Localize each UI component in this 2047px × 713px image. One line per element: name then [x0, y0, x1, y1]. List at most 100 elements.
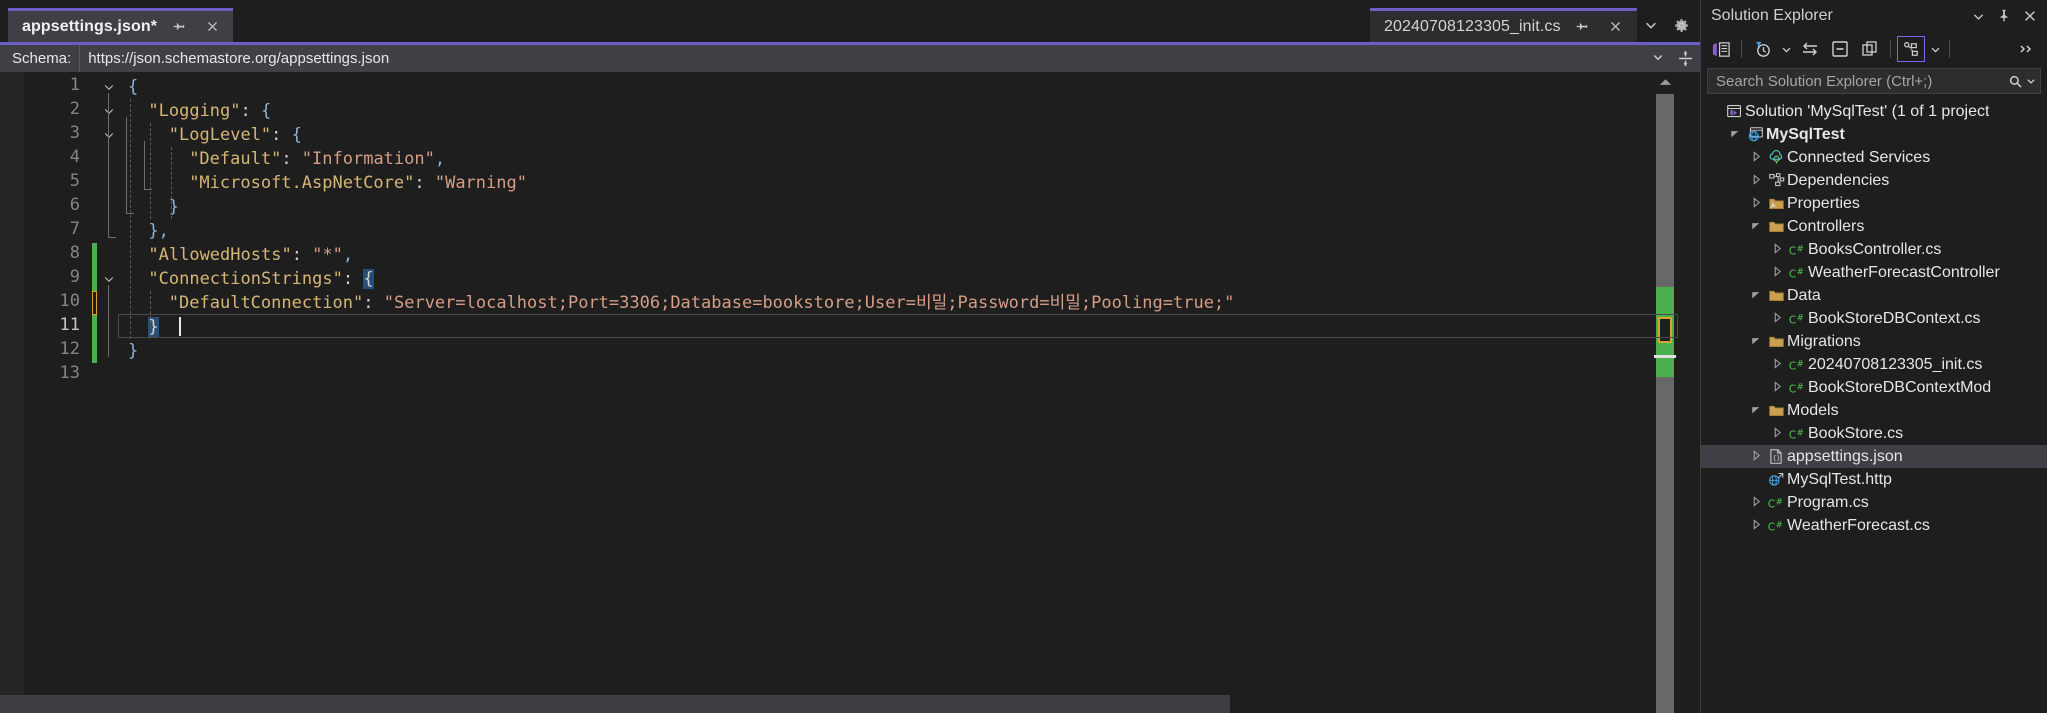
- tree-item-mysqltest-http[interactable]: MySqlTest.http: [1701, 468, 2047, 491]
- chevron-down-icon[interactable]: [1747, 405, 1765, 417]
- chevron-right-icon[interactable]: [1768, 427, 1786, 440]
- vs-views-icon[interactable]: [1707, 36, 1735, 62]
- gear-icon[interactable]: [1668, 12, 1694, 38]
- tree-item-label: MySqlTest.http: [1787, 470, 1892, 488]
- tree-item-appsettings-json[interactable]: {} appsettings.json: [1701, 445, 2047, 468]
- tree-item-20240708123305-init-cs[interactable]: C #20240708123305_init.cs: [1701, 353, 2047, 376]
- code-line[interactable]: "Microsoft.AspNetCore": "Warning": [128, 171, 527, 195]
- panel-title: Solution Explorer: [1711, 7, 1833, 24]
- tree-item-bookstore-cs[interactable]: C # BookStore.cs: [1701, 422, 2047, 445]
- tree-item-weatherforecast-cs[interactable]: C # WeatherForecast.cs: [1701, 514, 2047, 537]
- code-line[interactable]: }: [128, 315, 159, 339]
- fold-chevron-down-icon[interactable]: [100, 102, 118, 120]
- tree-item-weatherforecastcontroller[interactable]: C # WeatherForecastController: [1701, 261, 2047, 284]
- code-line[interactable]: "Logging": {: [128, 99, 271, 123]
- properties-graph-icon[interactable]: [1897, 36, 1925, 62]
- close-icon[interactable]: [2017, 3, 2043, 29]
- tree-item-controllers[interactable]: Controllers: [1701, 215, 2047, 238]
- show-all-files-icon[interactable]: [1856, 36, 1884, 62]
- tree-item-data[interactable]: Data: [1701, 284, 2047, 307]
- csharp-file-icon: C #: [1765, 518, 1787, 534]
- pin-icon[interactable]: [1569, 14, 1595, 40]
- chevron-right-icon[interactable]: [1768, 381, 1786, 394]
- scrollbar-track[interactable]: [1656, 94, 1674, 713]
- chevron-right-icon[interactable]: [1747, 174, 1765, 187]
- tree-item-solution-mysqltest-1-of-1-project[interactable]: Solution 'MySqlTest' (1 of 1 project: [1701, 100, 2047, 123]
- chevron-down-icon[interactable]: [1646, 51, 1670, 66]
- chevron-down-icon[interactable]: [1965, 3, 1991, 29]
- chevron-right-icon[interactable]: [1768, 358, 1786, 371]
- code-line[interactable]: }: [128, 339, 138, 363]
- tree-item-mysqltest[interactable]: MySqlTest: [1701, 123, 2047, 146]
- chevron-down-icon[interactable]: [1638, 12, 1664, 38]
- fold-chevron-down-icon[interactable]: [100, 270, 118, 288]
- pin-icon[interactable]: [1991, 3, 2017, 29]
- editor-vertical-scrollbar[interactable]: [1654, 72, 1676, 713]
- close-icon[interactable]: [1603, 14, 1629, 40]
- tree-item-models[interactable]: Models: [1701, 399, 2047, 422]
- indent-guide: [150, 123, 152, 219]
- tree-item-bookstoredbcontextmod[interactable]: C # BookStoreDBContextMod: [1701, 376, 2047, 399]
- chevron-right-icon[interactable]: [1768, 266, 1786, 279]
- tab-appsettings-json[interactable]: appsettings.json*: [8, 8, 234, 42]
- code-line[interactable]: "AllowedHosts": "*",: [128, 243, 353, 267]
- magnifier-icon[interactable]: [2008, 74, 2023, 89]
- change-indicator: [92, 315, 97, 363]
- collapse-all-icon[interactable]: [1826, 36, 1854, 62]
- chevron-right-icon[interactable]: [1768, 243, 1786, 256]
- csharp-file-icon: C #: [1786, 265, 1808, 281]
- clock-filter-icon[interactable]: [1748, 36, 1776, 62]
- code-line[interactable]: "ConnectionStrings": {: [128, 267, 374, 291]
- code-line[interactable]: "Default": "Information",: [128, 147, 445, 171]
- chevron-up-icon[interactable]: [1654, 72, 1676, 92]
- code-line[interactable]: {: [128, 75, 138, 99]
- tree-item-bookstoredbcontext-cs[interactable]: C # BookStoreDBContext.cs: [1701, 307, 2047, 330]
- tree-item-dependencies[interactable]: Dependencies: [1701, 169, 2047, 192]
- chevron-right-icon[interactable]: [1747, 519, 1765, 532]
- change-indicator: [92, 243, 97, 291]
- csharp-file-icon: C #: [1786, 311, 1808, 327]
- solution-tree[interactable]: Solution 'MySqlTest' (1 of 1 project MySq…: [1701, 98, 2047, 713]
- schema-url-field[interactable]: https://json.schemastore.org/appsettings…: [79, 45, 1646, 72]
- tree-item-connected-services[interactable]: Connected Services: [1701, 146, 2047, 169]
- chevron-right-icon[interactable]: [1768, 312, 1786, 325]
- chevron-down-icon[interactable]: [1747, 290, 1765, 302]
- folder-icon: [1765, 333, 1787, 350]
- code-line[interactable]: "LogLevel": {: [128, 123, 302, 147]
- tree-item-program-cs[interactable]: C # Program.cs: [1701, 491, 2047, 514]
- line-number: 12: [59, 339, 80, 359]
- tab-20240708123305-init-cs[interactable]: 20240708123305_init.cs: [1370, 8, 1637, 42]
- chevron-right-icon[interactable]: [1747, 151, 1765, 164]
- code-token-key: "Default": [189, 149, 282, 169]
- fold-chevron-down-icon[interactable]: [100, 78, 118, 96]
- sync-arrows-icon[interactable]: [1796, 36, 1824, 62]
- close-icon[interactable]: [199, 14, 225, 40]
- fold-chevron-down-icon[interactable]: [100, 126, 118, 144]
- tree-item-bookscontroller-cs[interactable]: C # BooksController.cs: [1701, 238, 2047, 261]
- outline-guide: [126, 117, 127, 213]
- search-solution-explorer-input[interactable]: Search Solution Explorer (Ctrl+;): [1707, 68, 2041, 94]
- editor-horizontal-scrollbar[interactable]: [0, 695, 1654, 713]
- chevron-right-icon[interactable]: [1747, 496, 1765, 509]
- chevron-down-icon[interactable]: [1747, 221, 1765, 233]
- scrollbar-thumb[interactable]: [0, 695, 1230, 713]
- tree-item-properties[interactable]: Properties: [1701, 192, 2047, 215]
- chevron-down-icon[interactable]: [1927, 36, 1943, 62]
- split-view-icon[interactable]: [1670, 50, 1700, 67]
- chevron-right-icon[interactable]: [1747, 197, 1765, 210]
- indent-guide: [170, 147, 172, 219]
- indent-guide: [150, 291, 152, 339]
- chevron-down-icon[interactable]: [1747, 336, 1765, 348]
- chevron-right-icon[interactable]: [1747, 450, 1765, 463]
- code-line[interactable]: "DefaultConnection": "Server=localhost;P…: [128, 291, 1235, 315]
- code-editor-surface[interactable]: 1 2 3 4 5 6 7 8 9 10 11 12 13 {"Logging": {"LogLevel…: [0, 72, 1700, 713]
- pin-icon[interactable]: [165, 14, 191, 40]
- chevron-down-icon[interactable]: [1778, 36, 1794, 62]
- code-line[interactable]: },: [128, 219, 169, 243]
- tree-item-migrations[interactable]: Migrations: [1701, 330, 2047, 353]
- code-text-area[interactable]: {"Logging": {"LogLevel": {"Default": "In…: [128, 72, 1700, 713]
- chevron-down-icon[interactable]: [2026, 76, 2036, 86]
- chevron-down-icon[interactable]: [1726, 129, 1744, 141]
- overflow-chevrons-icon[interactable]: [2013, 36, 2041, 62]
- outlining-margin[interactable]: [100, 72, 152, 713]
